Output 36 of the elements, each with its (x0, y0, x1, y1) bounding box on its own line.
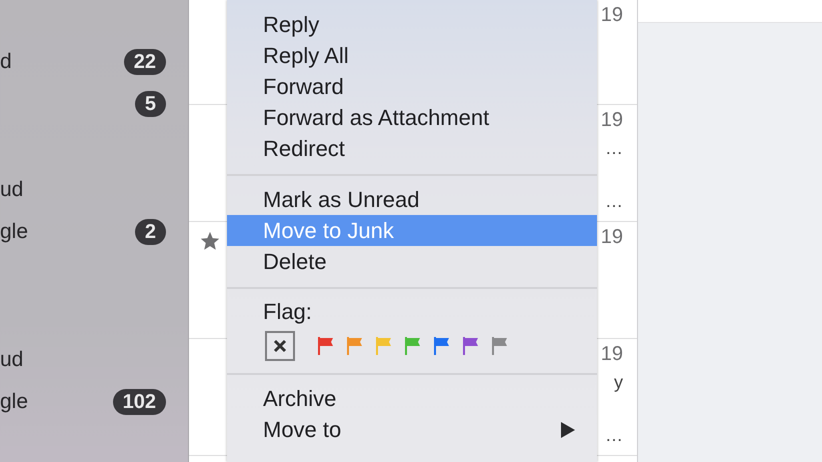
message-date: 19 (600, 226, 623, 249)
menu-item[interactable]: Forward (227, 71, 597, 102)
close-icon (273, 339, 287, 353)
menu-item[interactable]: Forward as Attachment (227, 102, 597, 133)
flag-icon[interactable] (491, 337, 508, 355)
menu-item[interactable]: Reply (227, 9, 597, 40)
menu-item[interactable]: Delete (227, 246, 597, 277)
message-preview: y (614, 372, 623, 393)
message-preview: … (605, 191, 623, 212)
flag-icon[interactable] (462, 337, 479, 355)
unread-count: 2 (134, 219, 166, 245)
mailbox-label[interactable]: gle (0, 390, 28, 414)
flag-label: Flag: (262, 298, 313, 326)
mailbox-label[interactable]: gle (0, 220, 28, 244)
unread-count: 5 (134, 91, 166, 117)
unread-count: 102 (112, 389, 166, 415)
message-date: 19 (600, 4, 623, 27)
menu-item[interactable]: Reply All (227, 40, 597, 71)
menu-item[interactable]: Archive (227, 383, 597, 414)
message-date: 19 (600, 109, 623, 132)
mailbox-label[interactable]: ud (0, 178, 24, 202)
flag-icon[interactable] (433, 337, 450, 355)
mailbox-label[interactable]: ud (0, 348, 24, 372)
message-date: 19 (600, 343, 623, 366)
menu-item[interactable]: Move to (227, 414, 597, 445)
menu-item[interactable]: Mark as Unread (227, 184, 597, 215)
message-preview: … (605, 425, 623, 446)
star-icon (199, 230, 221, 252)
unread-count: 22 (124, 49, 166, 75)
message-preview: … (605, 138, 623, 159)
clear-flag-button[interactable] (265, 331, 295, 361)
menu-item[interactable]: Redirect (227, 133, 597, 164)
flag-icon[interactable] (404, 337, 421, 355)
flag-icon[interactable] (317, 337, 334, 355)
flag-icon[interactable] (346, 337, 363, 355)
mailbox-label[interactable]: d (0, 50, 12, 74)
